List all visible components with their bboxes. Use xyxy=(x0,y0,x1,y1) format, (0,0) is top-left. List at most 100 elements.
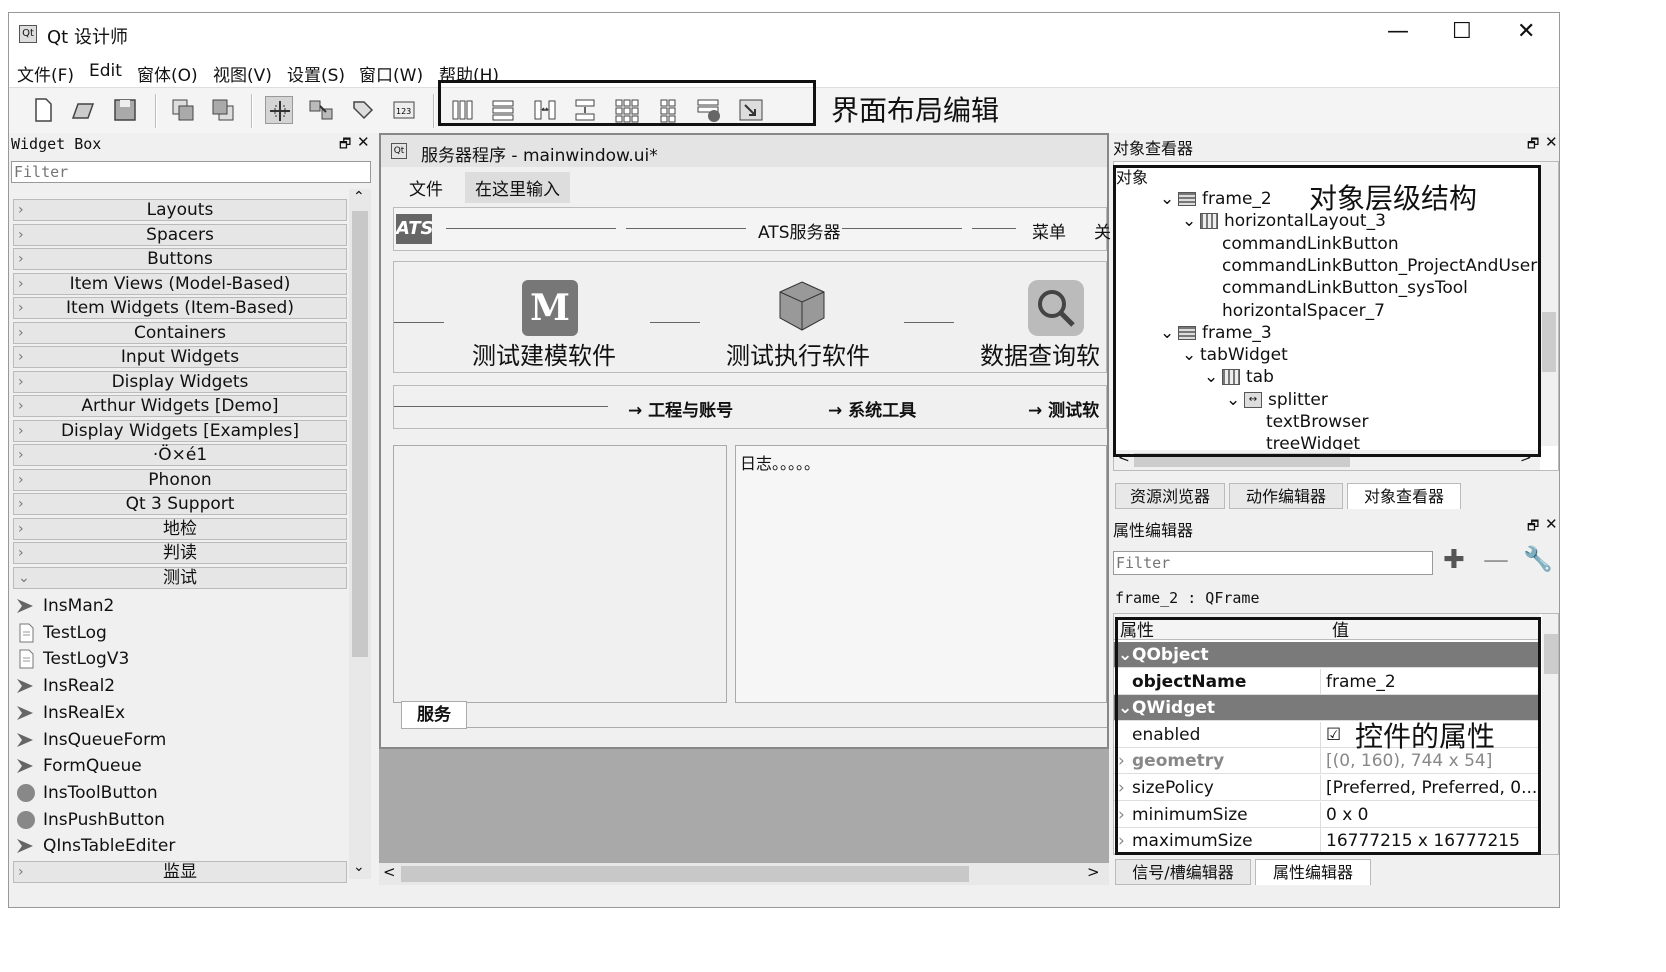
widget-category-label: Phonon xyxy=(148,469,212,490)
link-systool-button[interactable]: → 系统工具 xyxy=(828,396,916,421)
open-file-icon[interactable] xyxy=(69,96,97,124)
add-property-icon[interactable]: ✚ xyxy=(1443,545,1465,575)
chevron-right-icon: › xyxy=(18,226,24,243)
text-browser[interactable]: 日志。。。。。 xyxy=(735,445,1107,703)
widget-item[interactable]: QInsTableEditer xyxy=(15,833,175,859)
form-menu-file[interactable]: 文件 xyxy=(409,175,443,200)
edit-buddies-icon[interactable] xyxy=(349,96,377,124)
property-scrollbar[interactable] xyxy=(1542,614,1558,854)
maximize-button[interactable]: ☐ xyxy=(1452,19,1472,44)
widget-category[interactable]: › 判读 xyxy=(13,542,347,564)
scroll-down-icon[interactable]: ⌄ xyxy=(353,859,365,875)
widget-category[interactable]: › Spacers xyxy=(13,223,347,246)
selected-object-label: frame_2 : QFrame xyxy=(1115,589,1260,607)
qt-designer-window: Qt Qt 设计师 — ☐ ✕ 文件(F) Edit 窗体(O) 视图(V) 设… xyxy=(8,12,1560,908)
widget-category[interactable]: › Layouts xyxy=(13,199,347,221)
widget-category[interactable]: › Input Widgets xyxy=(13,346,347,368)
menu-edit[interactable]: Edit xyxy=(89,61,122,81)
menu-form[interactable]: 窗体(O) xyxy=(137,61,198,86)
widget-category[interactable]: ⌄ 测试 xyxy=(13,566,347,589)
chevron-right-icon: › xyxy=(18,422,24,439)
query-button[interactable]: 数据查询软 xyxy=(980,336,1100,371)
widget-item-label: InsQueueForm xyxy=(43,729,167,750)
widget-category[interactable]: › Item Views (Model-Based) xyxy=(13,272,347,295)
widget-item[interactable]: TestLog xyxy=(15,620,107,646)
scroll-thumb[interactable] xyxy=(352,211,368,657)
menu-settings[interactable]: 设置(S) xyxy=(287,61,345,86)
tab-object-inspector[interactable]: 对象查看器 xyxy=(1347,483,1461,509)
edit-tab-order-icon[interactable]: 123 xyxy=(391,96,419,124)
bring-front-icon[interactable] xyxy=(209,96,237,124)
custom-widget-icon xyxy=(15,702,37,724)
widget-item-label: InsRealEx xyxy=(43,702,126,723)
widget-category[interactable]: › Buttons xyxy=(13,248,347,270)
tree-widget[interactable] xyxy=(393,445,727,703)
configure-icon[interactable]: 🔧 xyxy=(1523,545,1553,573)
minimize-button[interactable]: — xyxy=(1387,19,1409,44)
form-menu-placeholder[interactable]: 在这里输入 xyxy=(465,172,570,203)
widget-category[interactable]: › Display Widgets [Examples] xyxy=(13,419,347,442)
widget-category-label: Layouts xyxy=(146,200,214,220)
dock-close-icon[interactable]: ✕ xyxy=(1545,515,1558,533)
toolbar-menu-label[interactable]: 菜单 xyxy=(1032,218,1066,243)
widget-category[interactable]: › Containers xyxy=(13,321,347,344)
close-button[interactable]: ✕ xyxy=(1517,19,1535,44)
send-back-icon[interactable] xyxy=(169,96,197,124)
widget-category[interactable]: › Arthur Widgets [Demo] xyxy=(13,395,347,417)
scroll-left-icon[interactable]: < xyxy=(383,863,396,881)
widget-category[interactable]: › 监显 xyxy=(13,861,347,883)
widget-item[interactable]: FormQueue xyxy=(15,753,142,779)
chevron-right-icon: › xyxy=(18,300,24,316)
widget-item[interactable]: InsQueueForm xyxy=(15,727,166,753)
widget-category[interactable]: › Qt 3 Support xyxy=(13,493,347,515)
widget-item[interactable]: InsMan2 xyxy=(15,593,114,619)
new-file-icon[interactable] xyxy=(29,96,57,124)
widget-box-scrollbar[interactable]: ⌃ ⌄ xyxy=(349,189,371,879)
property-scroll-thumb[interactable] xyxy=(1544,634,1558,674)
widget-item[interactable]: TestLogV3 xyxy=(15,646,129,672)
widget-filter-input[interactable] xyxy=(11,161,371,183)
edit-signals-icon[interactable] xyxy=(307,96,335,124)
widget-item[interactable]: InsPushButton xyxy=(15,807,165,833)
float-icon[interactable]: 🗗 xyxy=(339,135,351,157)
scroll-up-icon[interactable]: ⌃ xyxy=(353,189,365,205)
dock-close-icon[interactable]: ✕ xyxy=(357,133,370,151)
remove-property-icon[interactable]: — xyxy=(1483,545,1509,575)
tab-resource-browser[interactable]: 资源浏览器 xyxy=(1115,483,1225,509)
menu-window[interactable]: 窗口(W) xyxy=(359,61,423,86)
layout-toolbar-highlight xyxy=(438,80,816,126)
widget-category-label: Buttons xyxy=(147,249,213,269)
modeling-button[interactable]: 测试建模软件 xyxy=(472,336,616,371)
link-test-button[interactable]: → 测试软 xyxy=(1028,396,1099,421)
link-project-button[interactable]: → 工程与账号 xyxy=(628,396,733,421)
widget-item[interactable]: InsToolButton xyxy=(15,780,158,806)
dock-close-icon[interactable]: ✕ xyxy=(1545,133,1558,151)
tree-v-scrollbar[interactable] xyxy=(1540,162,1558,446)
tab-property-editor[interactable]: 属性编辑器 xyxy=(1255,859,1371,885)
execution-button[interactable]: 测试执行软件 xyxy=(726,336,870,371)
toolbar-more-label[interactable]: 关 xyxy=(1094,218,1111,243)
property-filter-input[interactable] xyxy=(1113,551,1433,575)
h-scroll-thumb[interactable] xyxy=(401,866,969,882)
widget-category[interactable]: › Item Widgets (Item-Based) xyxy=(13,297,347,319)
widget-category[interactable]: › ·Ö×é1 xyxy=(13,444,347,466)
float-icon[interactable]: 🗗 xyxy=(1527,135,1539,157)
float-icon[interactable]: 🗗 xyxy=(1527,517,1539,539)
widget-item[interactable]: InsReal2 xyxy=(15,673,115,699)
widget-category[interactable]: › Phonon xyxy=(13,468,347,491)
chevron-right-icon: › xyxy=(18,496,24,512)
tree-scroll-thumb[interactable] xyxy=(1542,312,1556,372)
menu-view[interactable]: 视图(V) xyxy=(213,61,272,86)
tab-signal-slot-editor[interactable]: 信号/槽编辑器 xyxy=(1115,859,1251,885)
widget-item[interactable]: InsRealEx xyxy=(15,700,125,726)
menu-file[interactable]: 文件(F) xyxy=(17,61,74,86)
widget-category[interactable]: › 地检 xyxy=(13,517,347,540)
tab-action-editor[interactable]: 动作编辑器 xyxy=(1229,483,1343,509)
widget-category[interactable]: › Display Widgets xyxy=(13,370,347,393)
log-text: 日志。。。。。 xyxy=(740,454,821,473)
edit-widgets-icon[interactable] xyxy=(265,96,293,124)
tab-service[interactable]: 服务 xyxy=(401,701,467,729)
save-icon[interactable] xyxy=(111,96,139,124)
scroll-right-icon[interactable]: > xyxy=(1087,863,1100,881)
mdi-h-scrollbar[interactable]: < > xyxy=(379,863,1109,885)
